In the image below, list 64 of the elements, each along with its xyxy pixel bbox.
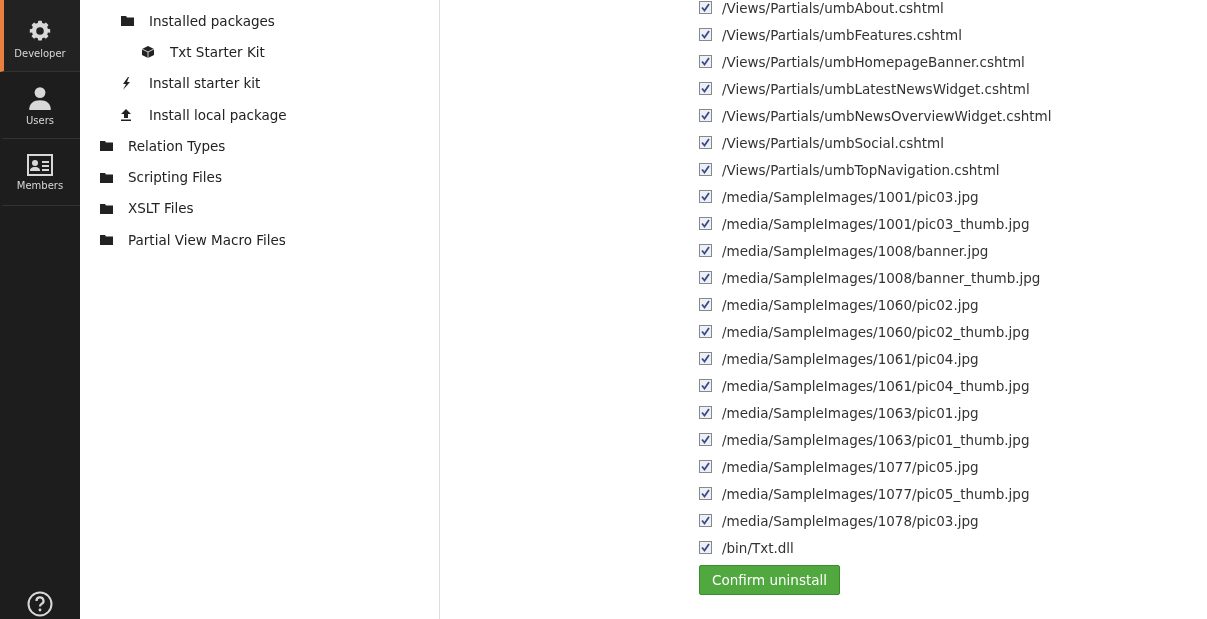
checkbox[interactable] [699, 433, 712, 446]
file-path: /media/SampleImages/1077/pic05_thumb.jpg [722, 485, 1030, 502]
checkbox[interactable] [699, 487, 712, 500]
folder-icon [121, 15, 134, 27]
file-path: /bin/Txt.dll [722, 539, 794, 556]
file-path: /Views/Partials/umbFeatures.cshtml [722, 26, 962, 43]
checkbox[interactable] [699, 28, 712, 41]
tree-item[interactable]: Scripting Files [80, 161, 439, 193]
file-path: /media/SampleImages/1063/pic01_thumb.jpg [722, 431, 1030, 448]
checkbox[interactable] [699, 82, 712, 95]
file-path: /Views/Partials/umbSocial.cshtml [722, 134, 944, 151]
checkbox[interactable] [699, 460, 712, 473]
checkbox[interactable] [699, 406, 712, 419]
file-path: /media/SampleImages/1001/pic03.jpg [722, 188, 979, 205]
tree-item[interactable]: Relation Types [80, 130, 439, 162]
file-path: /Views/Partials/umbAbout.cshtml [722, 0, 944, 16]
folder-icon [100, 202, 113, 214]
checkbox[interactable] [699, 1, 712, 14]
tree-item[interactable]: Partial View Macro Files [80, 224, 439, 256]
checkbox[interactable] [699, 190, 712, 203]
folder-icon [100, 140, 113, 152]
tree-item[interactable]: XSLT Files [80, 192, 439, 225]
file-path: /media/SampleImages/1078/pic03.jpg [722, 512, 979, 529]
file-path: /Views/Partials/umbTopNavigation.cshtml [722, 161, 1000, 178]
file-path: /Views/Partials/umbNewsOverviewWidget.cshtml [722, 107, 1052, 124]
id-card-icon [27, 153, 53, 176]
file-path: /media/SampleImages/1001/pic03_thumb.jpg [722, 215, 1030, 232]
file-path: /Views/Partials/umbHomepageBanner.cshtml [722, 53, 1025, 70]
file-path: /media/SampleImages/1060/pic02.jpg [722, 296, 979, 313]
file-path: /media/SampleImages/1060/pic02_thumb.jpg [722, 323, 1030, 340]
checkbox[interactable] [699, 109, 712, 122]
tree-item[interactable]: Txt Starter Kit [80, 36, 439, 68]
file-path: /media/SampleImages/1008/banner_thumb.jpg [722, 269, 1041, 286]
checkbox[interactable] [699, 298, 712, 311]
sidebar-section[interactable]: Members [0, 139, 80, 206]
help-icon[interactable] [27, 591, 53, 617]
checkbox[interactable] [699, 325, 712, 338]
checkbox[interactable] [699, 514, 712, 527]
tree-item[interactable]: Install starter kit [80, 67, 439, 99]
file-path: /media/SampleImages/1063/pic01.jpg [722, 404, 979, 421]
checkbox[interactable] [699, 55, 712, 68]
folder-icon [100, 171, 113, 183]
checkbox[interactable] [699, 163, 712, 176]
file-path: /media/SampleImages/1061/pic04.jpg [722, 350, 979, 367]
sidebar-section[interactable]: Developer [0, 0, 80, 72]
checkbox[interactable] [699, 541, 712, 554]
file-path: /Views/Partials/umbLatestNewsWidget.cshtml [722, 80, 1030, 97]
cube-icon [142, 45, 154, 58]
upload-icon [121, 108, 131, 121]
checkbox[interactable] [699, 244, 712, 257]
tree-item[interactable]: Installed packages [80, 5, 439, 37]
checkbox[interactable] [699, 379, 712, 392]
file-path: /media/SampleImages/1008/banner.jpg [722, 242, 989, 259]
user-icon [27, 84, 53, 111]
sidebar-section[interactable]: Users [0, 72, 80, 139]
checkbox[interactable] [699, 136, 712, 149]
folder-icon [100, 234, 113, 246]
tree-item[interactable]: Install local package [80, 98, 439, 131]
checkbox[interactable] [699, 352, 712, 365]
file-path: /media/SampleImages/1077/pic05.jpg [722, 458, 979, 475]
checkbox[interactable] [699, 271, 712, 284]
lightning-icon [121, 76, 130, 90]
checkbox[interactable] [699, 217, 712, 230]
file-path: /media/SampleImages/1061/pic04_thumb.jpg [722, 377, 1030, 394]
